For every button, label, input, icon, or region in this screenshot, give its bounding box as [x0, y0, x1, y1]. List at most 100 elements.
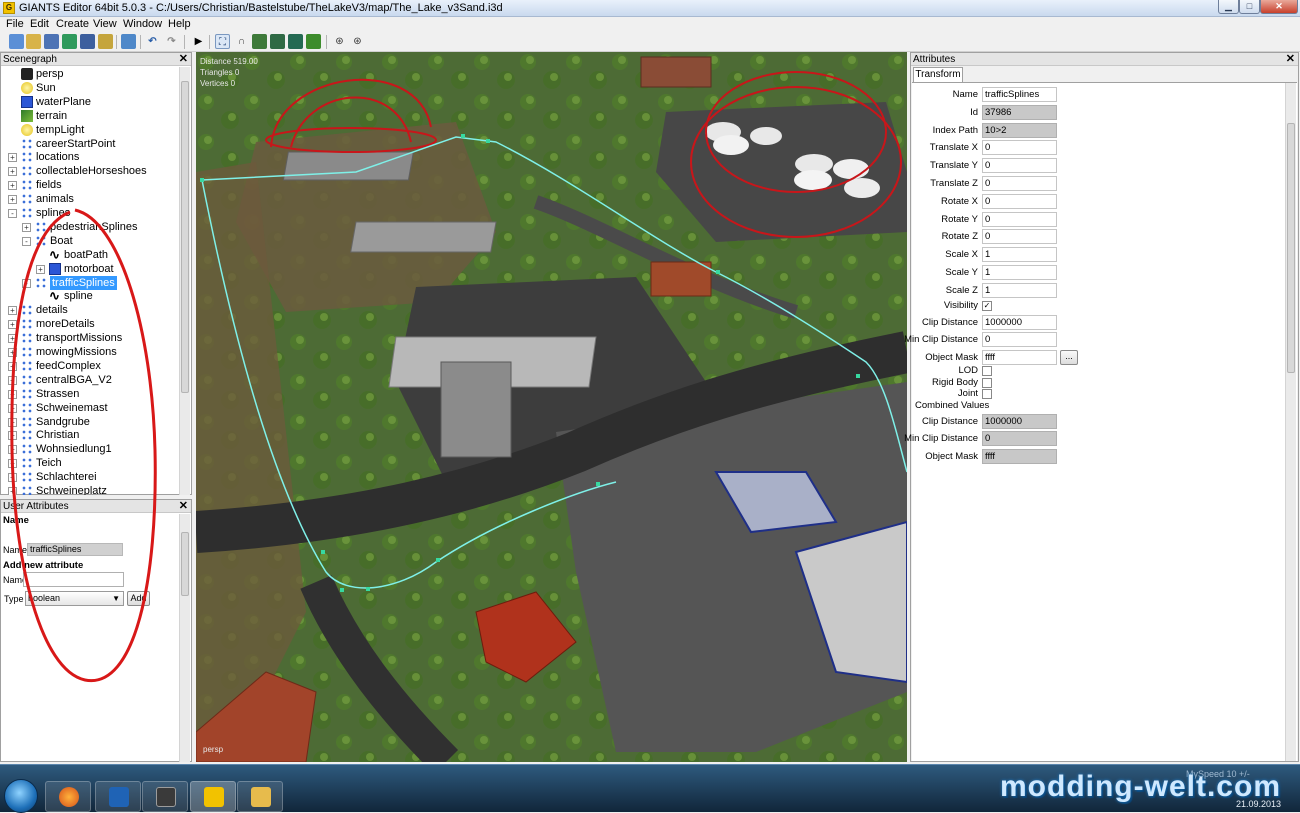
scrollbar-thumb[interactable]: [181, 532, 189, 596]
play-icon[interactable]: ▶: [191, 34, 206, 49]
close-panel-icon[interactable]: ✕: [179, 53, 188, 66]
light-icon: [21, 123, 33, 136]
taskbar-item-terminal[interactable]: [142, 781, 188, 812]
translate-z-field[interactable]: 0: [982, 176, 1057, 191]
tree-node-Sun[interactable]: Sun: [1, 81, 177, 95]
rigid-body-label: Rigid Body: [932, 376, 978, 388]
menu-edit[interactable]: Edit: [30, 18, 49, 30]
scale-x-label: Scale X: [945, 249, 978, 261]
start-button[interactable]: [4, 779, 38, 813]
rotate-y-label: Rotate Y: [941, 213, 978, 225]
giants-editor-icon: [204, 787, 224, 807]
tree-node-label: Sun: [36, 81, 56, 94]
tree-node-collectableHorseshoes[interactable]: + collectableHorseshoes: [1, 164, 177, 178]
tab-transform[interactable]: Transform: [913, 67, 963, 82]
menu-bar: File Edit Create View Window Help: [0, 17, 1300, 32]
terrain-paint-icon[interactable]: [270, 34, 285, 49]
settings-icon[interactable]: ⊛: [350, 34, 365, 49]
menu-create[interactable]: Create: [56, 18, 89, 30]
move-mode-icon[interactable]: ∩: [234, 34, 249, 49]
transform-attributes: Name trafficSplines Id 37986 Index Path 10>2 T…: [904, 82, 1297, 761]
toolbar-separator: [184, 35, 185, 49]
user-attributes-scrollbar[interactable]: [179, 514, 190, 762]
tree-node-tempLight[interactable]: tempLight: [1, 123, 177, 137]
scale-z-field[interactable]: 1: [982, 282, 1057, 298]
maximize-button[interactable]: □: [1239, 0, 1260, 14]
redo-icon[interactable]: ↷: [164, 34, 179, 49]
taskbar-item-firefox[interactable]: [45, 781, 91, 812]
name-label: Name: [952, 89, 978, 100]
menu-file[interactable]: File: [6, 18, 24, 30]
attributes-title: Attributes: [913, 54, 956, 65]
lod-checkbox[interactable]: [982, 366, 992, 376]
expand-node-icon[interactable]: +: [8, 181, 17, 191]
rotate-z-field[interactable]: 0: [982, 229, 1057, 245]
transform-group-icon: [21, 179, 33, 192]
terrain-icon: [21, 109, 33, 122]
taskbar-item-explorer[interactable]: [237, 781, 283, 812]
scale-y-field[interactable]: 1: [982, 265, 1057, 280]
translate-x-field[interactable]: 0: [982, 140, 1057, 156]
import-icon[interactable]: [121, 34, 136, 49]
minimize-button[interactable]: ▁: [1218, 0, 1239, 14]
toolbar: ↶ ↷ ▶ ⛶ ∩ ⊛ ⊛: [0, 32, 1300, 52]
rotate-x-field[interactable]: 0: [982, 193, 1057, 209]
red-annotation-ellipse: [10, 208, 157, 683]
menu-view[interactable]: View: [93, 18, 117, 30]
translate-y-field[interactable]: 0: [982, 158, 1057, 174]
scrollbar-thumb[interactable]: [1287, 123, 1295, 373]
object-mask-field[interactable]: ffff: [982, 350, 1057, 366]
tree-node-persp[interactable]: persp: [1, 67, 177, 81]
scenegraph-scrollbar[interactable]: [179, 67, 190, 495]
tree-node-terrain[interactable]: terrain: [1, 109, 177, 123]
translate-z-label: Translate Z: [930, 178, 978, 189]
expand-node-icon[interactable]: +: [8, 153, 17, 163]
taskbar-item-outlook[interactable]: [95, 781, 141, 812]
3d-viewport[interactable]: Distance 519.00 Triangles 0 Vertices 0 p…: [196, 52, 907, 762]
tree-node-locations[interactable]: + locations: [1, 150, 177, 164]
export-icon[interactable]: [98, 34, 113, 49]
save-icon[interactable]: [44, 34, 59, 49]
select-mode-icon[interactable]: ⛶: [215, 34, 230, 49]
scene-render: [196, 52, 907, 762]
triangles-readout: Triangles 0: [200, 68, 240, 77]
combined-clip-distance-label: Clip Distance: [922, 415, 978, 427]
camera-icon[interactable]: ⊛: [332, 34, 347, 49]
terrain-sculpt-icon[interactable]: [252, 34, 267, 49]
joint-checkbox[interactable]: [982, 389, 992, 399]
lod-label: LOD: [958, 365, 978, 376]
save-as-icon[interactable]: [80, 34, 95, 49]
transform-group-icon: [21, 137, 33, 150]
toolbar-separator: [209, 35, 210, 49]
attributes-scrollbar[interactable]: [1285, 83, 1296, 761]
name-field[interactable]: trafficSplines: [982, 87, 1057, 102]
scale-x-field[interactable]: 1: [982, 247, 1057, 263]
rigid-body-checkbox[interactable]: [982, 377, 992, 388]
shed-building: [350, 221, 497, 253]
close-window-button[interactable]: ✕: [1260, 0, 1298, 14]
close-panel-icon[interactable]: ✕: [179, 500, 188, 513]
taskbar-item-giants-editor[interactable]: [190, 781, 236, 812]
reload-icon[interactable]: [62, 34, 77, 49]
object-mask-edit-button[interactable]: ...: [1060, 350, 1078, 366]
new-file-icon[interactable]: [9, 34, 24, 49]
window-title: GIANTS Editor 64bit 5.0.3 - C:/Users/Chr…: [19, 2, 503, 14]
clip-distance-field[interactable]: 1000000: [982, 314, 1057, 330]
tree-node-fields[interactable]: + fields: [1, 178, 177, 192]
visibility-checkbox[interactable]: ✓: [982, 300, 992, 311]
tree-node-waterPlane[interactable]: waterPlane: [1, 95, 177, 109]
foliage-paint-icon[interactable]: [288, 34, 303, 49]
tree-node-careerStartPoint[interactable]: careerStartPoint: [1, 137, 177, 151]
undo-icon[interactable]: ↶: [145, 34, 160, 49]
close-panel-icon[interactable]: ✕: [1286, 53, 1295, 66]
scenegraph-header: Scenegraph ✕: [1, 53, 191, 66]
open-folder-icon[interactable]: [26, 34, 41, 49]
min-clip-distance-field[interactable]: 0: [982, 332, 1057, 348]
menu-window[interactable]: Window: [123, 18, 162, 30]
rotate-y-field[interactable]: 0: [982, 211, 1057, 227]
light-icon: [21, 81, 33, 94]
plant-icon[interactable]: [306, 34, 321, 49]
scrollbar-thumb[interactable]: [181, 81, 189, 393]
expand-node-icon[interactable]: +: [8, 167, 17, 177]
menu-help[interactable]: Help: [168, 18, 191, 30]
